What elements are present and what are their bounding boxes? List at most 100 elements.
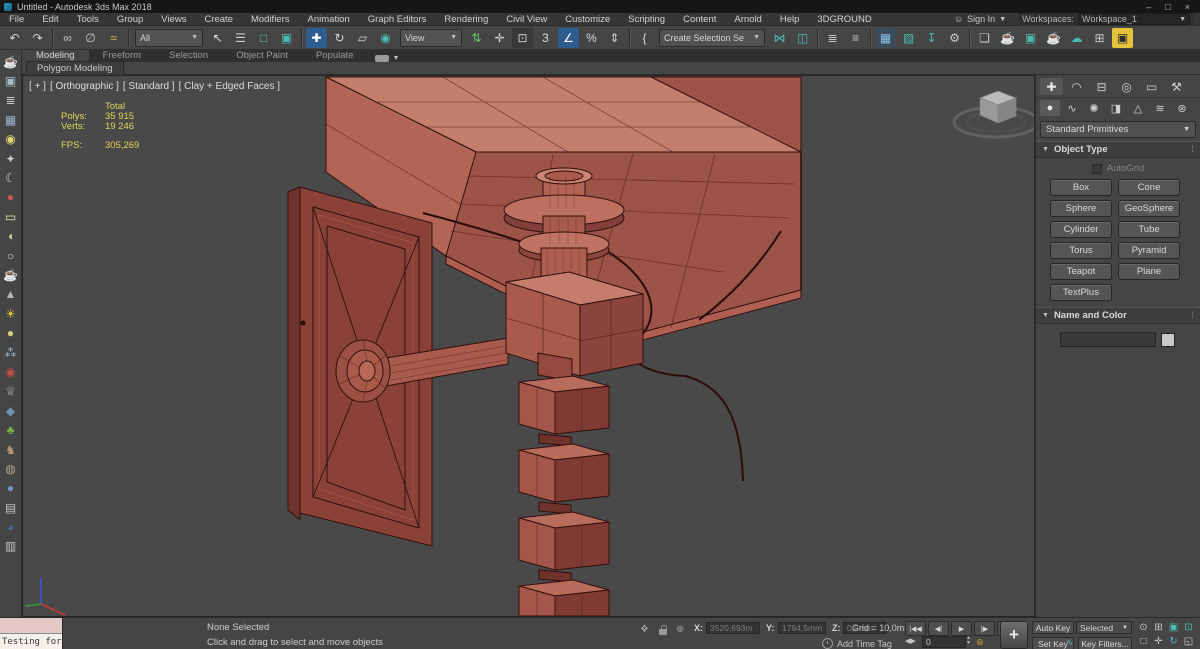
listener-pane[interactable]: Testing for i [0, 634, 62, 649]
viewport-canvas[interactable]: [ + ] [ Orthographic ] [ Standard ] [ Clay … [22, 75, 1035, 617]
menu-item[interactable]: Views [152, 13, 195, 26]
menu-item[interactable]: Rendering [435, 13, 497, 26]
render-iterative-icon[interactable]: ▣ [1020, 28, 1041, 48]
ribbon-tab-populate[interactable]: Populate [302, 50, 368, 62]
zoom-all-icon[interactable]: ⊞ [1151, 620, 1166, 634]
zoom-extents-all-icon[interactable]: ⊡ [1181, 620, 1196, 634]
cone-icon[interactable]: ▲ [1, 285, 21, 304]
time-configuration-icon[interactable]: ⊛ [976, 637, 984, 648]
moon-icon[interactable]: ☾ [1, 168, 21, 187]
select-and-link-icon[interactable]: ∞ [57, 28, 78, 48]
maximize-viewport-icon[interactable]: ◱ [1181, 634, 1196, 648]
named-selection-sets-dropdown[interactable]: Create Selection Se ▼ [659, 28, 765, 47]
cherries-icon[interactable]: ● [1, 188, 21, 207]
minimize-button[interactable]: – [1146, 2, 1151, 12]
select-by-name-icon[interactable]: ☰ [230, 28, 251, 48]
script-yellow-icon[interactable]: ▣ [1112, 27, 1133, 48]
ribbon-tab-object-paint[interactable]: Object Paint [222, 50, 302, 62]
material-editor-icon[interactable]: ↧ [921, 28, 942, 48]
maxscript-mini-listener[interactable]: Testing for i [0, 618, 63, 649]
ribbon-tab-selection[interactable]: Selection [155, 50, 222, 62]
render-in-cloud-icon[interactable]: ☕ [1043, 28, 1064, 48]
orb-dark-icon[interactable]: ◕ [1, 517, 21, 536]
crown-icon[interactable]: ♕ [1, 382, 21, 401]
add-time-tag[interactable]: Add Time Tag [822, 638, 892, 649]
viewport-menu-shading[interactable]: [ Clay + Edged Faces ] [179, 81, 280, 92]
teapot-gray-icon[interactable]: ☕ [1, 265, 21, 284]
primitive-category-dropdown[interactable]: Standard Primitives ▼ [1040, 121, 1196, 138]
cp-cat-cameras[interactable]: ◨ [1106, 100, 1126, 116]
button-pyramid[interactable]: Pyramid [1118, 242, 1180, 259]
clipboard-icon[interactable]: ▤ [1, 498, 21, 517]
autogrid-checkbox[interactable] [1091, 163, 1102, 174]
spinner-snap-icon[interactable]: ⇕ [604, 28, 625, 48]
snap-toggle-3d-icon[interactable]: 3 [535, 28, 556, 48]
menu-item[interactable]: Modifiers [242, 13, 299, 26]
rectangular-selection-region-icon[interactable]: □ [253, 28, 274, 48]
maximize-button[interactable]: □ [1165, 2, 1170, 12]
isolate-selection-icon[interactable]: ❖ [640, 624, 649, 635]
button-cone[interactable]: Cone [1118, 179, 1180, 196]
close-button[interactable]: × [1185, 2, 1190, 12]
ribbon-minimize-control[interactable]: ▼ [375, 55, 399, 62]
select-and-place-icon[interactable]: ◉ [375, 28, 396, 48]
selection-lock-icon[interactable] [659, 625, 669, 635]
spreadsheet-icon[interactable]: ▦ [1, 110, 21, 129]
redo-icon[interactable]: ↷ [27, 28, 48, 48]
go-to-start-button[interactable]: |◀◀ [905, 621, 926, 636]
name-and-color-rollout-header[interactable]: ▼ Name and Color ⁞ [1036, 308, 1200, 324]
zoom-extents-icon[interactable]: ▣ [1166, 620, 1181, 634]
viewport-menu-style[interactable]: [ Standard ] [123, 81, 175, 92]
particles-icon[interactable]: ⁂ [1, 343, 21, 362]
cp-cat-shapes[interactable]: ∿ [1062, 100, 1082, 116]
object-name-field[interactable] [1060, 332, 1156, 347]
scene-explorer-icon[interactable]: ≣ [822, 28, 843, 48]
viewport-menu-pov[interactable]: [ Orthographic ] [50, 81, 119, 92]
button-textplus[interactable]: TextPlus [1050, 284, 1112, 301]
zoom-icon[interactable]: ⊙ [1136, 620, 1151, 634]
sign-in-button[interactable]: ☺ Sign In ▼ [948, 14, 1012, 24]
bind-to-space-warp-icon[interactable]: ≈ [103, 28, 124, 48]
percent-snap-icon[interactable]: % [581, 28, 602, 48]
workspace-dropdown[interactable]: Workspace_1 ▼ [1078, 13, 1190, 25]
play-button[interactable]: ▶ [951, 621, 972, 636]
list-script-icon[interactable]: ≣ [1, 91, 21, 110]
key-filters-button[interactable]: Key Filters... [1078, 637, 1132, 649]
teapot-script-icon[interactable]: ☕ [1, 52, 21, 71]
spheres-red-icon[interactable]: ◉ [1, 362, 21, 381]
a360-cloud-icon[interactable]: ☁ [1066, 28, 1087, 48]
menu-item[interactable]: Graph Editors [359, 13, 436, 26]
stone-icon[interactable]: ◍ [1, 459, 21, 478]
zoom-region-icon[interactable]: □ [1136, 634, 1151, 648]
menu-item[interactable]: Scripting [619, 13, 674, 26]
unlink-selection-icon[interactable]: ∅ [80, 28, 101, 48]
ring-icon[interactable]: ○ [1, 246, 21, 265]
cp-tab-hierarchy[interactable]: ⊟ [1090, 78, 1113, 95]
sun-icon[interactable]: ☀ [1, 304, 21, 323]
cp-cat-helpers[interactable]: △ [1128, 100, 1148, 116]
set-keys-button[interactable]: + [1000, 621, 1028, 649]
menu-item[interactable]: Arnold [725, 13, 770, 26]
cp-tab-modify[interactable]: ◠ [1065, 78, 1088, 95]
foliage-icon[interactable]: ♣ [1, 420, 21, 439]
select-and-move-icon[interactable]: ✚ [306, 27, 327, 48]
bulb-icon[interactable]: ◉ [1, 130, 21, 149]
object-color-swatch[interactable] [1161, 332, 1175, 347]
layer-explorer-icon[interactable]: ≡ [845, 28, 866, 48]
cp-cat-lights[interactable]: ✺ [1084, 100, 1104, 116]
dome-icon[interactable]: ◖ [1, 227, 21, 246]
y-coordinate-field[interactable]: 1784,5mm [778, 622, 826, 634]
button-cylinder[interactable]: Cylinder [1050, 221, 1112, 238]
polygon-modeling-panel[interactable]: Polygon Modeling [26, 61, 124, 75]
select-object-icon[interactable]: ↖ [207, 28, 228, 48]
select-and-rotate-icon[interactable]: ↻ [329, 28, 350, 48]
menu-item[interactable]: File [0, 13, 33, 26]
auto-key-button[interactable]: Auto Key [1032, 621, 1074, 634]
x-coordinate-field[interactable]: 3520,693m [706, 622, 760, 634]
screenshot-icon[interactable]: ▣ [1, 71, 21, 90]
object-type-rollout-header[interactable]: ▼ Object Type ⁞ [1036, 142, 1200, 158]
snap-toggle-2d-icon[interactable]: ⊡ [512, 27, 533, 48]
cp-cat-spacewarps[interactable]: ≋ [1150, 100, 1170, 116]
key-mode-toggle[interactable]: ◀▶ [905, 637, 916, 645]
button-torus[interactable]: Torus [1050, 242, 1112, 259]
